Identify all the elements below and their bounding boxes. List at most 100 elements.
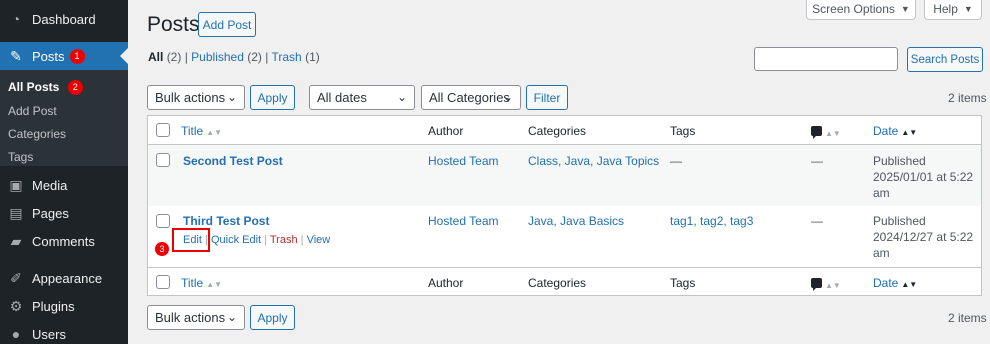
chevron-down-icon: ⌄	[226, 310, 237, 324]
filter-trash-count: (1)	[305, 50, 320, 64]
separator: |	[300, 234, 304, 246]
sidebar-item-dashboard[interactable]: ◔ Dashboard	[0, 5, 128, 33]
filter-all[interactable]: All (2)	[148, 50, 181, 64]
sidebar-item-label: Pages	[32, 205, 69, 221]
view-link[interactable]: View	[307, 234, 331, 246]
apply-button[interactable]: Apply	[250, 85, 295, 110]
sidebar-item-pages[interactable]: ▤ Pages	[0, 199, 128, 227]
submenu-item-label: All Posts	[8, 80, 60, 94]
help-button[interactable]: Help ▼	[924, 0, 982, 20]
filter-trash[interactable]: Trash	[272, 50, 302, 64]
author-link[interactable]: Hosted Team	[428, 214, 498, 228]
search-posts-button[interactable]: Search Posts	[907, 47, 983, 72]
sort-icon: ▲▼	[825, 281, 841, 290]
step-badge: 2	[67, 80, 83, 96]
sidebar-item-users[interactable]: ● Users	[0, 320, 128, 344]
bulk-actions-select-bottom[interactable]: Bulk actions ⌄	[147, 305, 245, 330]
table-row: Second Test Post Hosted Team Class, Java…	[148, 145, 981, 206]
post-title-link[interactable]: Third Test Post	[183, 214, 269, 228]
quick-edit-link[interactable]: Quick Edit	[211, 234, 261, 246]
column-title-header[interactable]: Title ▲▼	[181, 124, 222, 138]
add-post-button[interactable]: Add Post	[198, 12, 256, 37]
select-all-checkbox[interactable]	[156, 275, 170, 289]
sort-icon: ▲▼	[206, 128, 223, 137]
post-title-link[interactable]: Second Test Post	[183, 154, 283, 168]
categories-value: All Categories	[429, 90, 510, 105]
tags-links[interactable]: tag1, tag2, tag3	[670, 214, 753, 228]
filter-all-label: All	[148, 50, 164, 64]
sidebar-item-label: Posts	[32, 48, 65, 64]
comments-value: —	[811, 214, 823, 228]
dates-select[interactable]: All dates ⌄	[309, 85, 415, 110]
post-date-line: 2025/01/01 at 5:22	[873, 170, 974, 184]
step-badge: 1	[69, 48, 85, 64]
separator: |	[184, 50, 188, 64]
comments-value: —	[811, 154, 823, 168]
sidebar-item-label: Media	[32, 177, 68, 193]
column-author-header: Author	[428, 124, 464, 138]
column-comments-header[interactable]: ▲▼	[811, 277, 841, 291]
items-count: 2 items	[948, 91, 987, 105]
sidebar-item-plugins[interactable]: ⚙ Plugins	[0, 292, 128, 320]
sidebar-item-label: Plugins	[32, 298, 75, 314]
main-content: Posts Add Post Screen Options ▼ Help ▼ A…	[128, 0, 990, 344]
appearance-icon: ✐	[10, 269, 22, 286]
tags-value: —	[670, 154, 682, 168]
sidebar-item-comments[interactable]: ▰ Comments	[0, 227, 128, 255]
post-status: Published	[873, 154, 926, 168]
table-row: Third Test Post Edit | Quick Edit | Tras…	[148, 206, 981, 267]
categories-select[interactable]: All Categories ⌄	[421, 85, 521, 110]
column-author-header: Author	[428, 276, 464, 290]
sort-desc-icon: ▲▼	[901, 128, 918, 137]
row-checkbox[interactable]	[156, 214, 170, 228]
column-comments-header[interactable]: ▲▼	[811, 125, 841, 139]
column-title-label: Title	[181, 124, 204, 138]
author-link[interactable]: Hosted Team	[428, 154, 498, 168]
media-icon: ▣	[9, 176, 23, 193]
submenu-item-all-posts[interactable]: All Posts 2	[8, 80, 83, 96]
admin-sidebar: ◔ Dashboard ✎ Posts 1 All Posts 2 Add Po…	[0, 0, 128, 344]
screen-options-button[interactable]: Screen Options ▼	[806, 0, 916, 20]
caret-down-icon: ▼	[963, 3, 973, 14]
search-input[interactable]	[754, 47, 898, 71]
filter-published-count: (2)	[247, 50, 262, 64]
comments-icon: ▰	[10, 232, 22, 249]
submenu-item-add-post[interactable]: Add Post	[8, 104, 57, 118]
filter-all-count: (2)	[166, 50, 182, 64]
post-status-filter: All (2) | Published (2) | Trash (1)	[148, 50, 320, 64]
sidebar-item-media[interactable]: ▣ Media	[0, 171, 128, 199]
column-tags-header: Tags	[670, 124, 696, 138]
categories-links[interactable]: Class, Java, Java Topics	[528, 154, 659, 168]
apply-button-bottom[interactable]: Apply	[250, 305, 295, 330]
filter-button[interactable]: Filter	[526, 85, 568, 110]
highlight-box	[172, 228, 210, 252]
bulk-actions-select[interactable]: Bulk actions ⌄	[147, 85, 245, 110]
submenu-item-tags[interactable]: Tags	[8, 150, 33, 164]
separator: |	[264, 234, 268, 246]
column-title-header[interactable]: Title ▲▼	[181, 276, 222, 290]
post-date-line: am	[873, 246, 890, 260]
sidebar-item-posts[interactable]: ✎ Posts 1	[0, 42, 128, 70]
submenu-item-categories[interactable]: Categories	[8, 127, 66, 141]
trash-link[interactable]: Trash	[270, 234, 298, 246]
pushpin-icon: ✎	[10, 47, 22, 64]
caret-down-icon: ▼	[900, 3, 910, 14]
column-date-header[interactable]: Date ▲▼	[873, 124, 917, 138]
bulk-actions-value: Bulk actions	[155, 90, 226, 105]
filter-published[interactable]: Published	[191, 50, 244, 64]
filter-published-label: Published	[191, 50, 244, 64]
column-categories-header: Categories	[528, 124, 587, 138]
sort-icon: ▲▼	[825, 129, 841, 138]
chevron-down-icon: ⌄	[396, 90, 407, 104]
select-all-checkbox[interactable]	[156, 123, 170, 137]
row-checkbox[interactable]	[156, 153, 170, 167]
dashboard-icon: ◔	[11, 11, 21, 27]
sidebar-item-appearance[interactable]: ✐ Appearance	[0, 264, 128, 292]
table-footer-row: Title ▲▼ Author Categories Tags ▲▼ Date ▲▼	[148, 267, 981, 296]
column-title-label: Title	[181, 276, 204, 290]
sort-desc-icon: ▲▼	[901, 280, 918, 289]
categories-links[interactable]: Java, Java Basics	[528, 214, 624, 228]
column-date-header[interactable]: Date ▲▼	[873, 276, 917, 290]
page-title: Posts	[147, 13, 200, 36]
column-categories-header: Categories	[528, 276, 587, 290]
